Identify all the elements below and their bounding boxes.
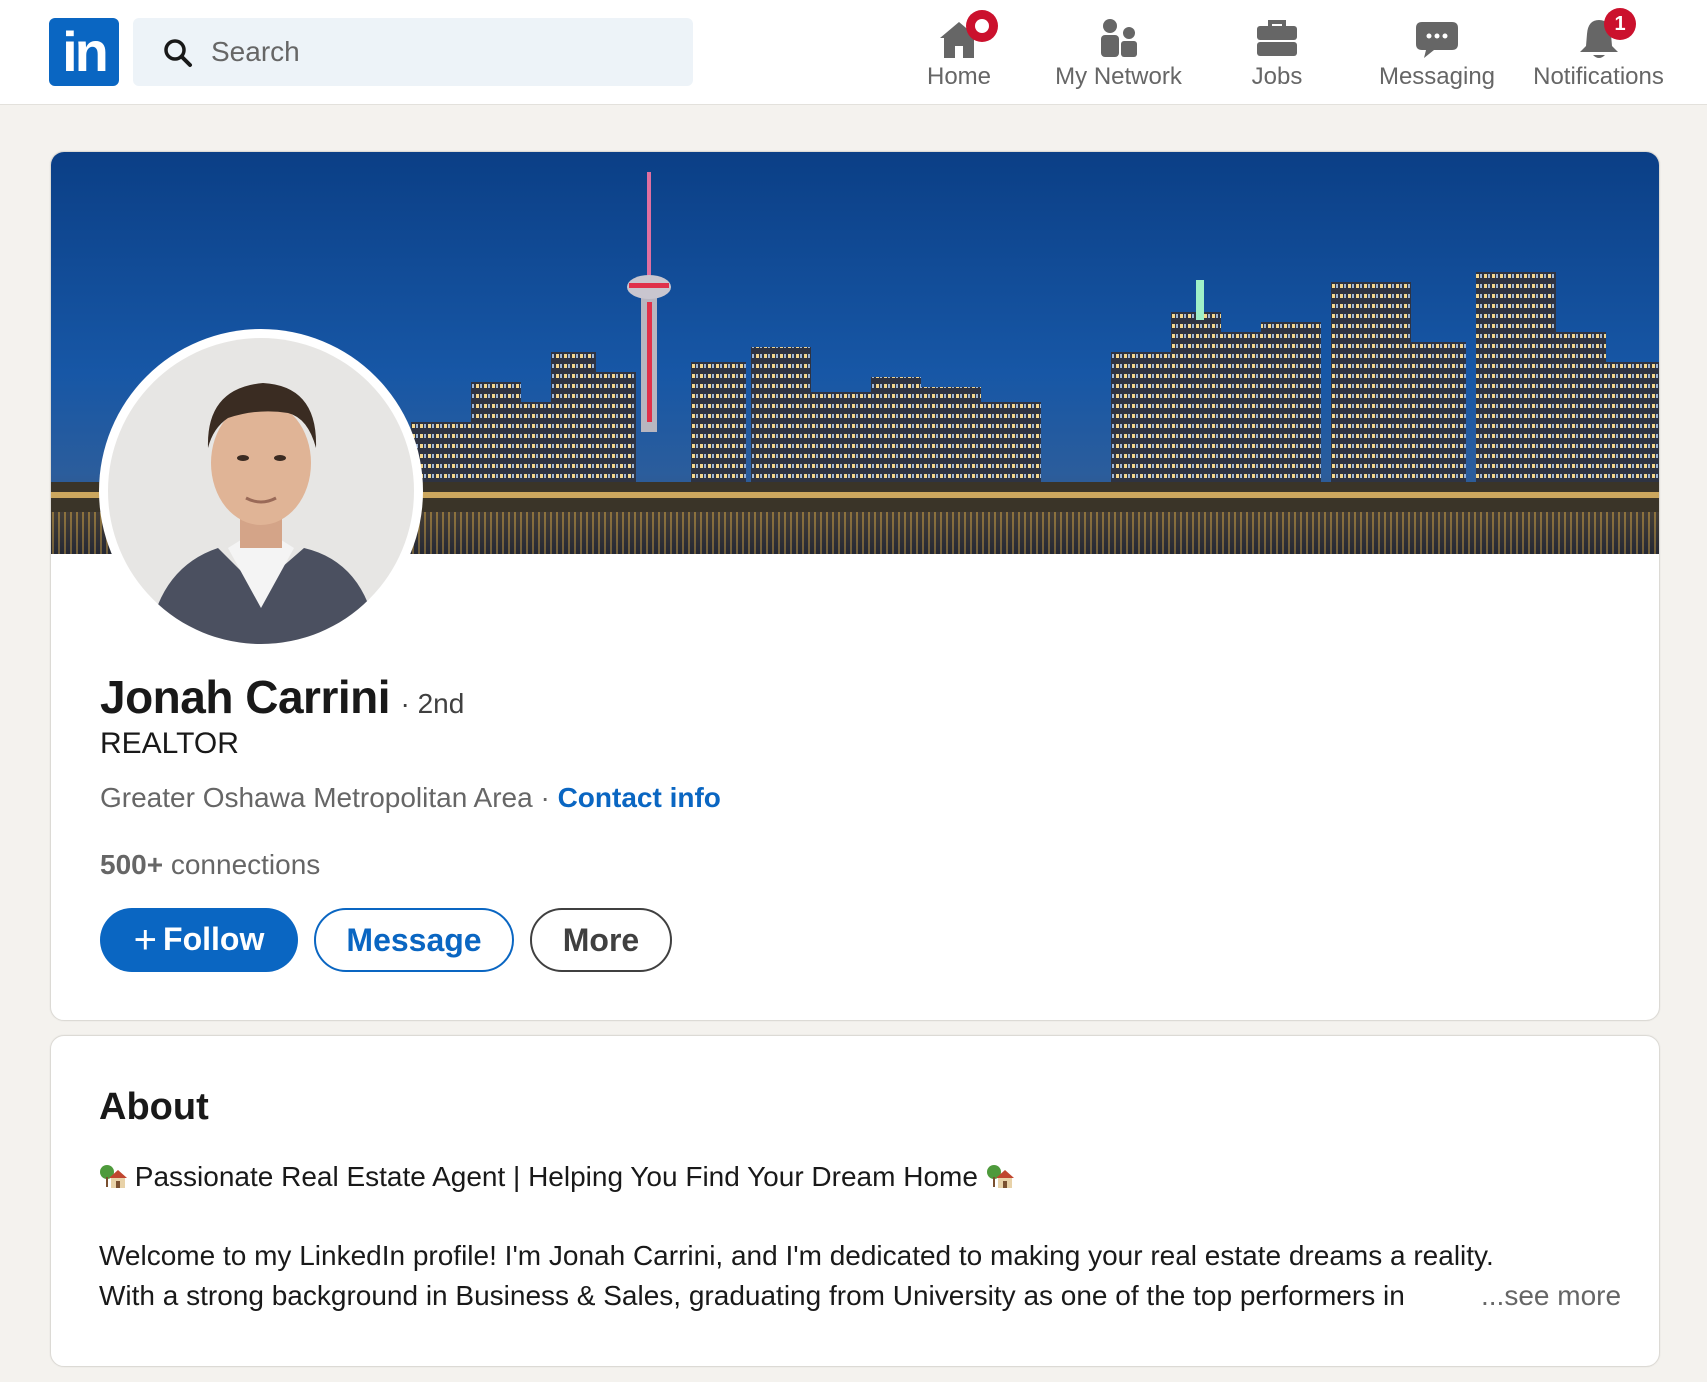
connection-degree: · 2nd	[400, 688, 465, 719]
follow-label: Follow	[163, 920, 265, 957]
see-more-link[interactable]: ...see more	[1469, 1280, 1622, 1312]
search-icon	[164, 39, 192, 67]
nav-jobs-label: Jobs	[1251, 63, 1303, 90]
about-paragraph-2: With a strong background in Business & S…	[99, 1280, 1405, 1311]
about-tagline-row: Passionate Real Estate Agent | Helping Y…	[99, 1161, 1014, 1193]
message-button[interactable]: Message	[314, 908, 514, 972]
linkedin-logo[interactable]: in	[49, 18, 119, 86]
about-card: About Passionate Real Estate Agent | Hel…	[50, 1035, 1660, 1367]
profile-name: Jonah Carrini	[100, 671, 391, 723]
house-with-tree-icon	[986, 1165, 1014, 1188]
nav-home-label: Home	[926, 63, 992, 90]
notifications-badge: 1	[1604, 8, 1636, 40]
follow-button[interactable]: + Follow	[100, 908, 298, 972]
connections-number: 500+	[100, 849, 164, 880]
profile-card: Jonah Carrini · 2nd REALTOR Greater Osha…	[50, 151, 1660, 1021]
connections-label: connections	[163, 849, 321, 880]
profile-location-row: Greater Oshawa Metropolitan Area · Conta…	[100, 782, 721, 814]
about-tagline: Passionate Real Estate Agent | Helping Y…	[134, 1161, 978, 1192]
nav-my-network[interactable]: My Network	[1046, 8, 1191, 98]
people-icon	[1100, 19, 1137, 57]
contact-info-link[interactable]: Contact info	[558, 782, 721, 813]
briefcase-icon	[1257, 20, 1297, 56]
about-paragraph-1: Welcome to my LinkedIn profile! I'm Jona…	[99, 1240, 1494, 1271]
nav-messaging-label: Messaging	[1378, 63, 1496, 90]
connections-count[interactable]: 500+ connections	[100, 849, 320, 881]
house-with-tree-icon	[100, 1165, 127, 1188]
search-box[interactable]	[133, 18, 693, 86]
more-button[interactable]: More	[530, 908, 672, 972]
nav-my-network-label: My Network	[1055, 63, 1182, 90]
profile-location: Greater Oshawa Metropolitan Area	[100, 782, 533, 813]
chat-icon	[1416, 22, 1458, 58]
plus-icon: +	[133, 917, 158, 962]
nav-notifications[interactable]: 1 Notifications	[1526, 8, 1671, 98]
nav-jobs[interactable]: Jobs	[1232, 8, 1322, 98]
top-navigation-bar: in Home My Network	[0, 0, 1707, 105]
nav-notifications-label: Notifications	[1533, 63, 1664, 90]
about-heading: About	[99, 1086, 209, 1128]
nav-messaging[interactable]: Messaging	[1372, 8, 1502, 98]
profile-photo-frame	[99, 329, 423, 653]
location-separator: ·	[532, 782, 558, 813]
nav-home[interactable]: Home	[914, 8, 1004, 98]
search-input[interactable]	[211, 18, 671, 86]
profile-headline: REALTOR	[100, 727, 239, 760]
profile-photo[interactable]	[108, 338, 414, 644]
home-notification-dot	[966, 10, 998, 42]
profile-name-row: Jonah Carrini · 2nd	[100, 670, 464, 724]
